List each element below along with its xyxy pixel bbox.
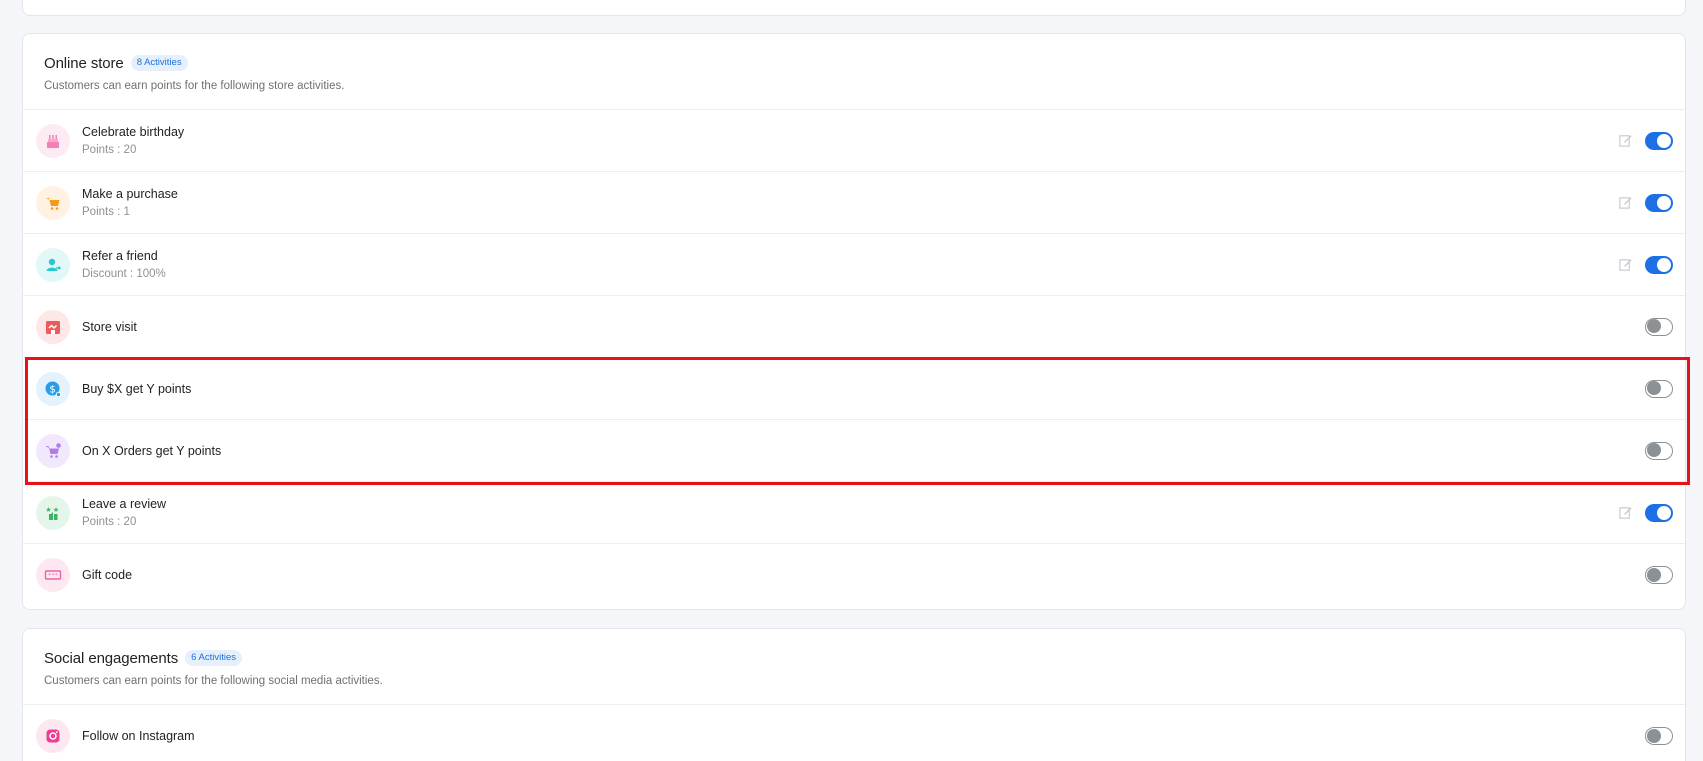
cart-plus-icon <box>36 433 70 468</box>
activity-detail: Points : 20 <box>82 143 137 156</box>
section-subtitle: Customers can earn points for the follow… <box>44 80 345 92</box>
section-subtitle: Customers can earn points for the follow… <box>44 675 383 687</box>
activity-row-store-visit[interactable]: Store visit <box>23 296 1685 358</box>
online-store-card: Online store 8 Activities Customers can … <box>22 33 1686 610</box>
activity-toggle[interactable] <box>1645 566 1673 584</box>
activity-title: Leave a review <box>82 496 167 511</box>
svg-text:***: *** <box>48 573 58 579</box>
activity-row-celebrate-birthday[interactable]: Celebrate birthday Points : 20 <box>23 110 1685 172</box>
activity-title: Celebrate birthday <box>82 124 185 139</box>
activities-badge: 8 Activities <box>130 55 188 71</box>
activity-title: Buy $X get Y points <box>82 381 192 396</box>
activity-toggle[interactable] <box>1645 317 1673 336</box>
svg-text:$: $ <box>49 384 55 395</box>
social-header: Social engagements 6 Activities Customer… <box>23 629 1685 705</box>
activity-title: Store visit <box>82 319 137 334</box>
svg-text:★: ★ <box>53 506 59 514</box>
activity-title: Follow on Instagram <box>82 729 195 743</box>
activity-row-follow-instagram[interactable]: Follow on Instagram <box>23 705 1685 761</box>
activity-row-refer-friend[interactable]: Refer a friend Discount : 100% <box>23 234 1685 296</box>
social-engagements-card: Social engagements 6 Activities Customer… <box>22 628 1686 761</box>
review-stars-icon: ★ ★ <box>36 495 70 530</box>
activity-toggle[interactable] <box>1645 441 1673 460</box>
activity-row-leave-review[interactable]: ★ ★ Leave a review Points : 20 <box>23 482 1685 544</box>
online-store-header: Online store 8 Activities Customers can … <box>23 34 1685 110</box>
activity-title: Refer a friend <box>82 248 158 263</box>
activities-badge: 6 Activities <box>185 650 243 666</box>
activity-detail: Points : 1 <box>82 205 130 218</box>
edit-icon[interactable] <box>1617 133 1633 149</box>
activity-toggle[interactable] <box>1645 131 1673 150</box>
instagram-icon <box>36 719 70 753</box>
gift-code-icon: *** <box>36 558 70 592</box>
activity-detail: Points : 20 <box>82 515 137 528</box>
activity-row-on-x-orders[interactable]: On X Orders get Y points <box>23 420 1685 482</box>
shopping-cart-icon <box>36 185 70 220</box>
activity-toggle[interactable] <box>1645 379 1673 398</box>
activity-row-make-purchase[interactable]: Make a purchase Points : 1 <box>23 172 1685 234</box>
activity-toggle[interactable] <box>1645 503 1673 522</box>
edit-icon[interactable] <box>1617 195 1633 211</box>
activity-row-gift-code[interactable]: *** Gift code <box>23 544 1685 606</box>
refer-user-icon <box>36 247 70 282</box>
previous-section-card <box>22 0 1686 16</box>
activity-title: On X Orders get Y points <box>82 443 222 458</box>
store-icon <box>36 309 70 344</box>
activity-toggle[interactable] <box>1645 255 1673 274</box>
activity-title: Gift code <box>82 568 133 582</box>
section-title: Online store <box>44 54 124 72</box>
activity-toggle[interactable] <box>1645 727 1673 745</box>
activity-row-buy-x-get-y[interactable]: $ Buy $X get Y points <box>23 358 1685 420</box>
activity-title: Make a purchase <box>82 186 178 201</box>
page: Online store 8 Activities Customers can … <box>0 0 1703 761</box>
edit-icon[interactable] <box>1617 505 1633 521</box>
edit-icon[interactable] <box>1617 257 1633 273</box>
svg-text:★: ★ <box>45 506 51 514</box>
section-title: Social engagements <box>44 649 179 667</box>
birthday-cake-icon <box>36 123 70 158</box>
activity-detail: Discount : 100% <box>82 267 166 280</box>
activity-toggle[interactable] <box>1645 193 1673 212</box>
dollar-coin-icon: $ <box>36 371 70 406</box>
